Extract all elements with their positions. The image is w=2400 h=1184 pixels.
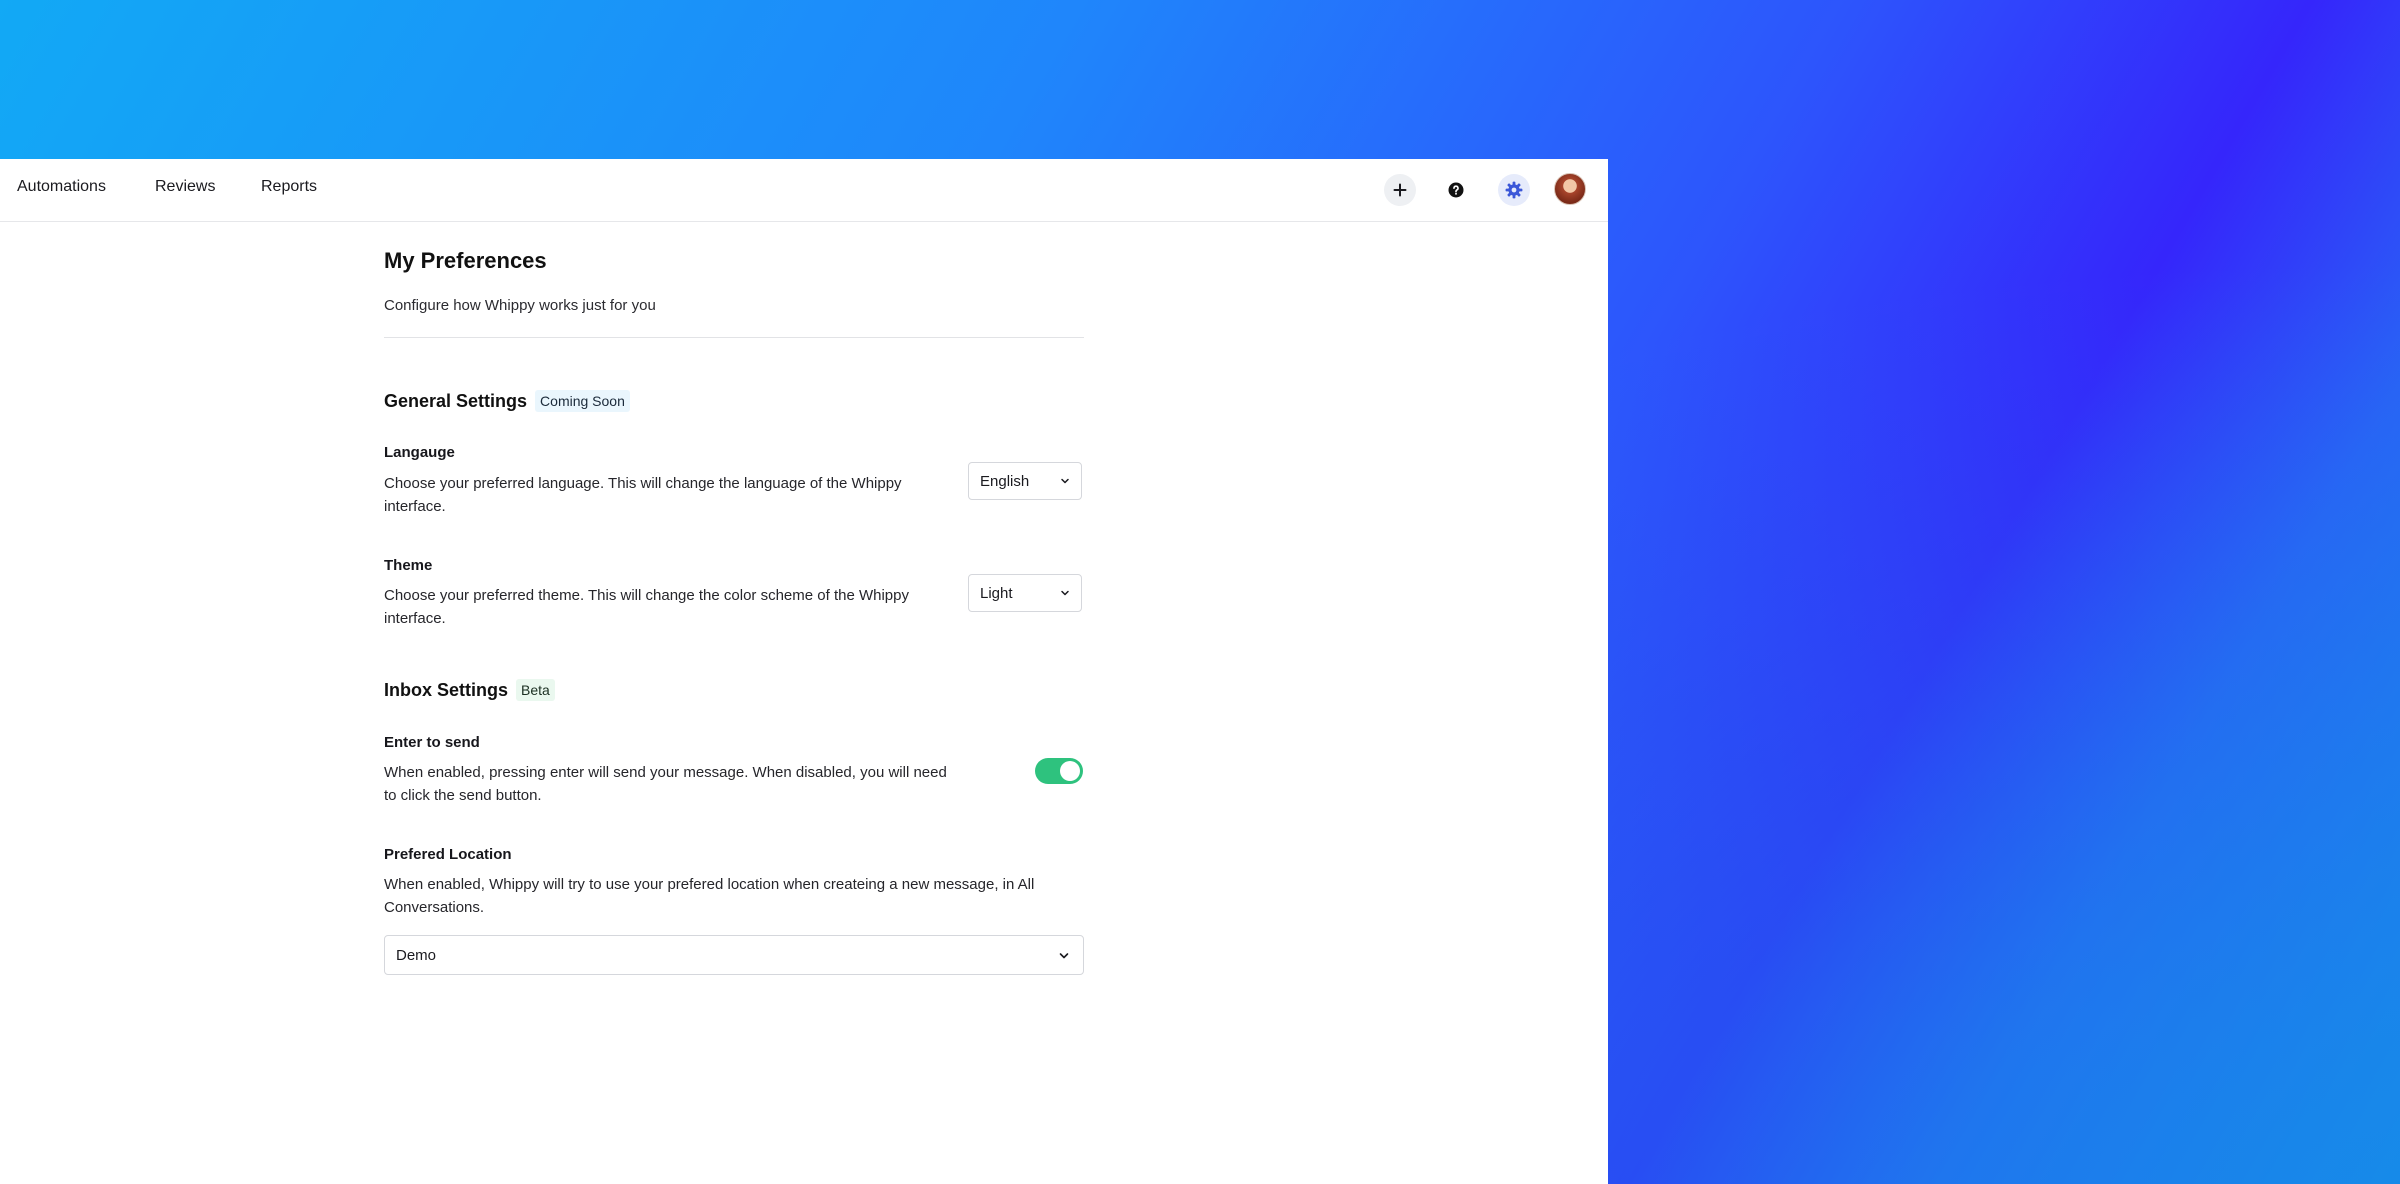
inbox-settings-heading: Inbox Settings Beta (384, 679, 555, 701)
language-select-value: English (980, 472, 1030, 490)
enter-to-send-label: Enter to send (384, 734, 480, 751)
chevron-down-icon (1059, 953, 1069, 959)
nav-item-automations[interactable]: Automations (17, 178, 106, 196)
theme-description: Choose your preferred theme. This will c… (384, 587, 909, 627)
theme-label: Theme (384, 557, 433, 574)
theme-select[interactable]: Light (968, 574, 1082, 612)
gear-icon (1505, 181, 1523, 199)
theme-select-value: Light (980, 584, 1013, 602)
page-subtitle: Configure how Whippy works just for you (384, 297, 656, 314)
help-icon (1448, 182, 1464, 198)
toggle-knob (1060, 761, 1080, 781)
page-title: My Preferences (384, 248, 547, 273)
location-select-value: Demo (396, 946, 437, 964)
chevron-down-icon (1061, 590, 1069, 596)
location-select[interactable]: Demo (384, 935, 1084, 975)
avatar[interactable] (1554, 173, 1586, 205)
nav-item-reviews[interactable]: Reviews (155, 178, 215, 196)
settings-button[interactable] (1498, 174, 1530, 206)
enter-to-send-description: When enabled, pressing enter will send y… (384, 764, 947, 804)
add-button[interactable] (1384, 174, 1416, 206)
app-panel: Automations Reviews Reports My Preferenc… (0, 159, 1608, 1184)
language-select[interactable]: English (968, 462, 1082, 500)
prefered-location-description: When enabled, Whippy will try to use you… (384, 876, 1035, 916)
plus-icon (1393, 183, 1407, 197)
language-description: Choose your preferred language. This wil… (384, 475, 902, 515)
prefered-location-label: Prefered Location (384, 846, 512, 863)
general-settings-title: General Settings (384, 390, 528, 411)
general-settings-heading: General Settings Coming Soon (384, 390, 630, 412)
inbox-settings-title: Inbox Settings (384, 679, 509, 700)
chevron-down-icon (1061, 478, 1069, 484)
help-button[interactable] (1440, 174, 1472, 206)
top-navigation-bar: Automations Reviews Reports (0, 159, 1608, 222)
nav-item-reports[interactable]: Reports (261, 178, 317, 196)
language-label: Langauge (384, 444, 455, 461)
beta-badge: Beta (516, 679, 555, 701)
divider (384, 337, 1084, 338)
enter-to-send-toggle[interactable] (1035, 758, 1083, 784)
coming-soon-badge: Coming Soon (535, 390, 630, 412)
